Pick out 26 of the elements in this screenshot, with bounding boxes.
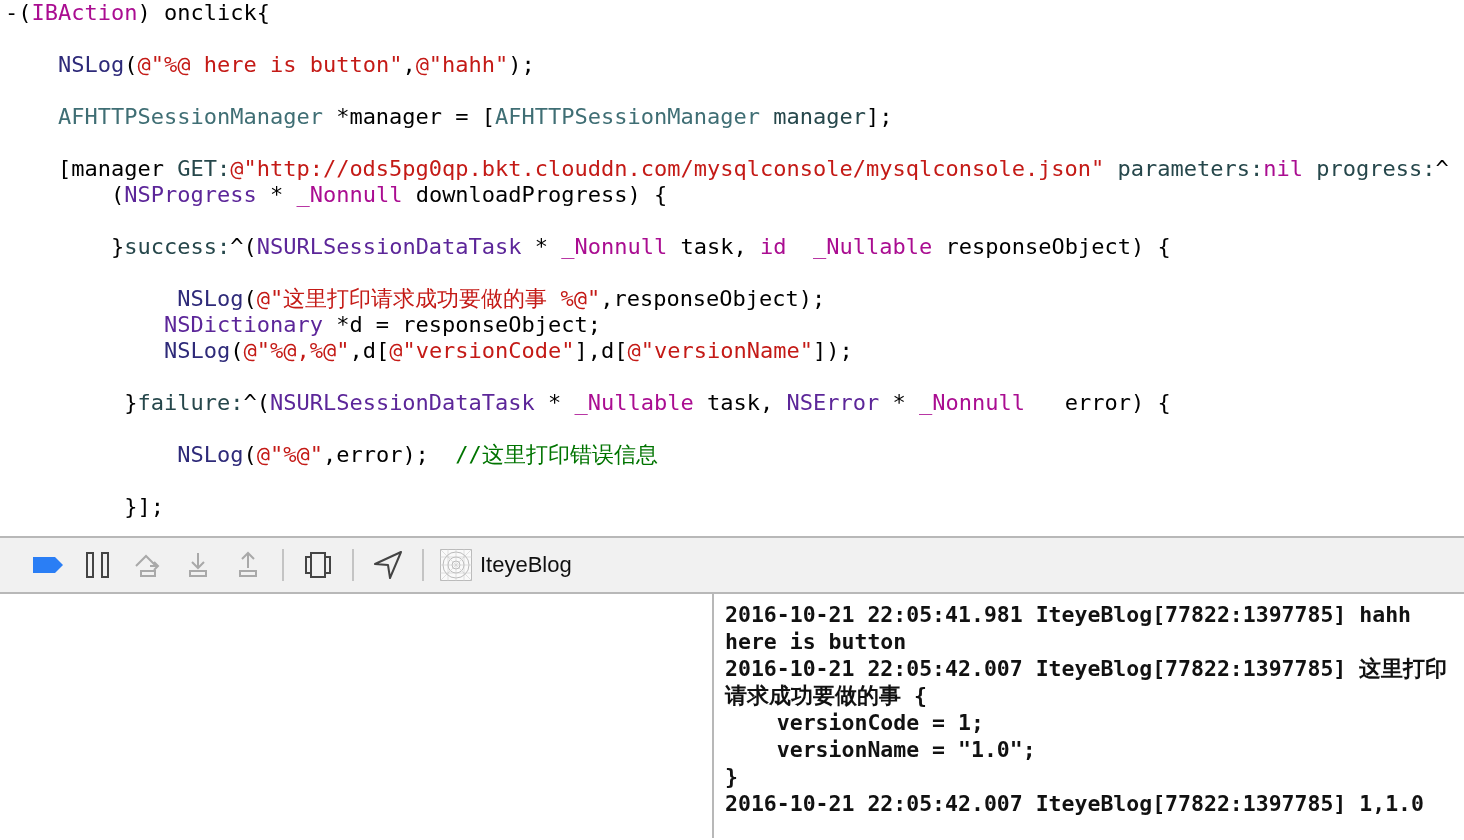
code-line: NSLog(@"%@",error); //这里打印错误信息	[176, 442, 658, 468]
code-line: }success:^(NSURLSessionDataTask * _Nonnull task, id _Nullable responseObject) {	[109, 234, 1171, 260]
code-line: (NSProgress * _Nonnull downloadProgress) {	[109, 182, 668, 208]
code-line: NSLog(@"%@,%@",d[@"versionCode"],d[@"versionName"]);	[162, 338, 853, 364]
console-line: 2016-10-21 22:05:41.981 IteyeBlog[77822:1397785] hahh	[725, 601, 1412, 628]
console-line: versionName = "1.0";	[775, 736, 1036, 763]
console-line: 2016-10-21 22:05:42.007 IteyeBlog[77822:1397785] 1,1.0	[725, 790, 1424, 817]
console-line: versionCode = 1;	[775, 709, 984, 736]
code-line: [manager GET:@"http://ods5pg0qp.bkt.clouddn.com/mysqlconsole/mysqlconsole.json" parameters:nil progress:^	[56, 156, 1449, 182]
code-line: -(IBAction) onclick{	[5, 0, 270, 26]
app-grid-icon[interactable]	[440, 549, 472, 581]
code-line: NSLog(@"%@ here is button",@"hahh");	[56, 52, 535, 78]
console-line: }	[725, 763, 738, 790]
code-line: AFHTTPSessionManager *manager = [AFHTTPSessionManager manager];	[56, 104, 893, 130]
code-line: }];	[123, 494, 164, 520]
location-arrow-icon	[373, 550, 403, 580]
pause-icon	[85, 551, 111, 579]
code-line: NSDictionary *d = responseObject;	[162, 312, 602, 338]
code-line: }failure:^(NSURLSessionDataTask * _Nullable task, NSError * _Nonnull error) {	[123, 390, 1171, 416]
console-line: 2016-10-21 22:05:42.007 IteyeBlog[77822:1397785] 这里打印	[725, 655, 1448, 682]
layers-icon	[303, 551, 333, 579]
console-line: here is button	[725, 628, 907, 655]
console-line: 请求成功要做的事 {	[725, 682, 927, 709]
app-name: IteyeBlog	[480, 552, 572, 578]
code-line: NSLog(@"这里打印请求成功要做的事 %@",responseObject);	[176, 286, 826, 312]
breakpoint-icon	[32, 555, 64, 575]
